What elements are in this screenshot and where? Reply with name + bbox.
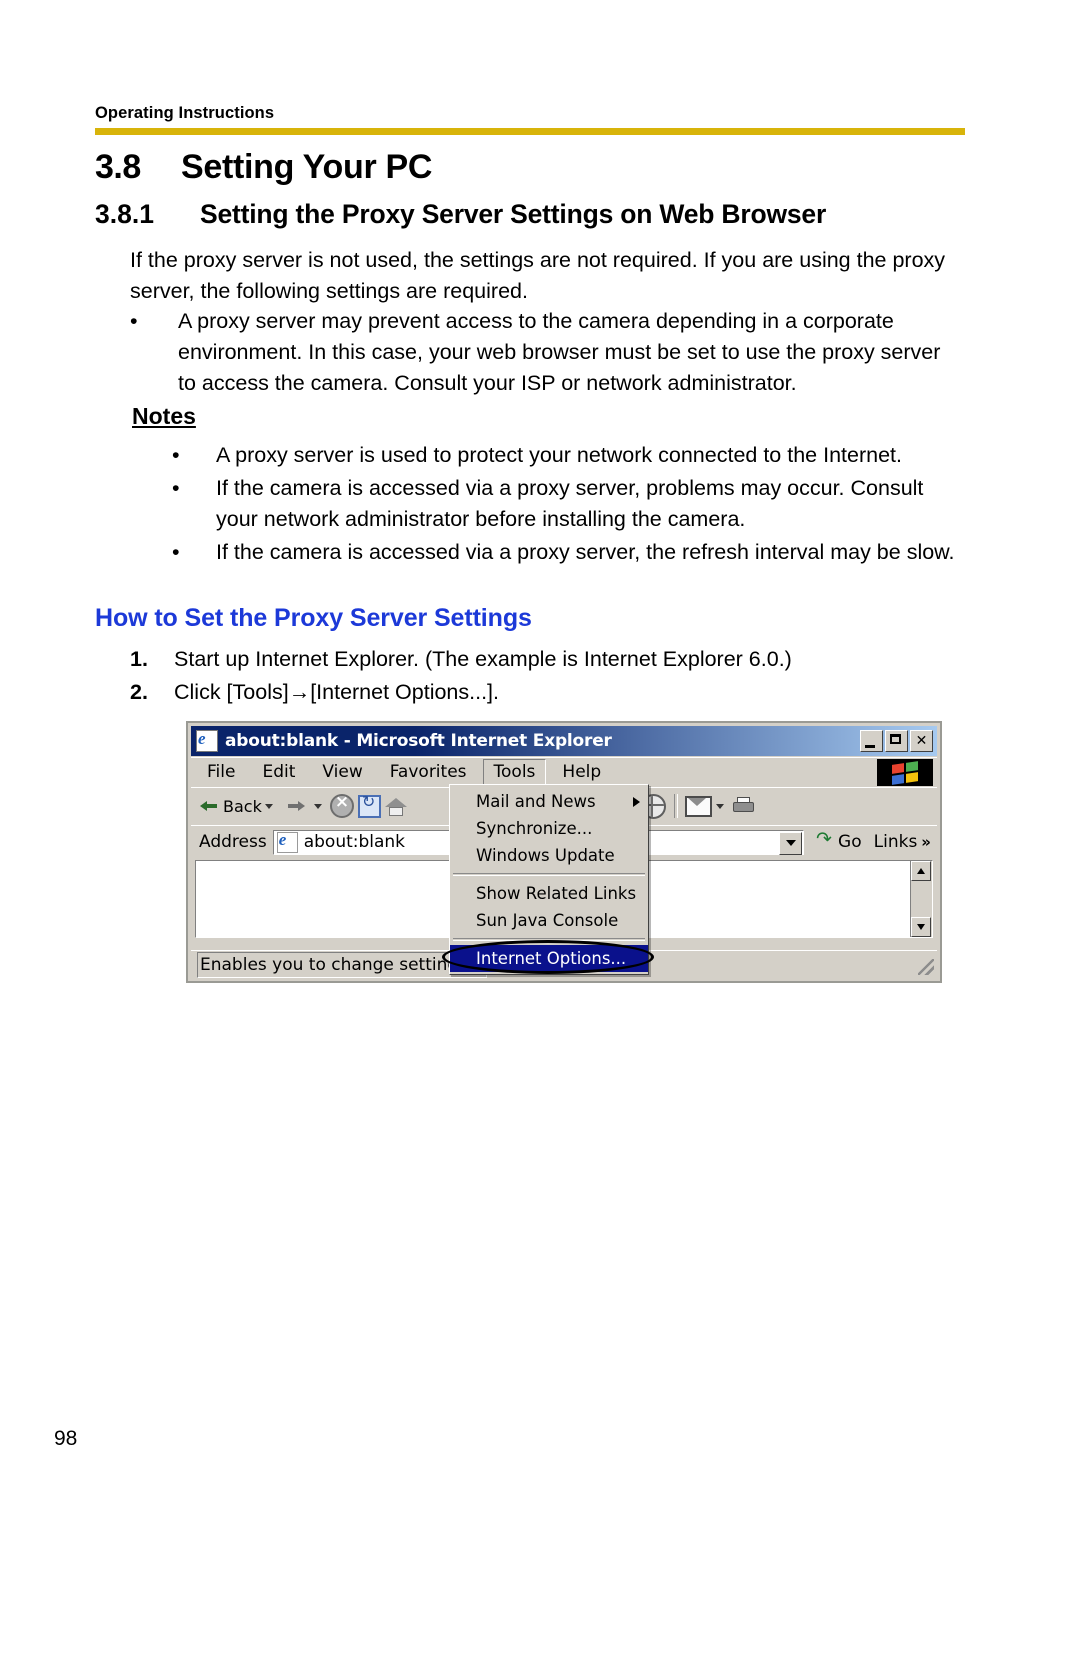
header-rule xyxy=(95,128,965,135)
back-button[interactable]: Back xyxy=(197,794,262,818)
menu-help[interactable]: Help xyxy=(551,759,612,785)
menu-item-mail-and-news[interactable]: Mail and News xyxy=(450,788,648,815)
links-label: Links xyxy=(873,832,918,852)
page-number: 98 xyxy=(54,1427,78,1450)
list-item: • A proxy server is used to protect your… xyxy=(172,440,962,471)
notes-bullet-list: • A proxy server is used to protect your… xyxy=(172,440,962,570)
window-controls: ✕ xyxy=(860,730,933,752)
status-text: Enables you to change settings. xyxy=(197,951,487,978)
home-icon[interactable] xyxy=(384,796,407,816)
back-label: Back xyxy=(223,796,262,816)
menu-tools[interactable]: Tools xyxy=(482,759,547,785)
section-heading-2: 3.8.1 Setting the Proxy Server Settings … xyxy=(95,199,985,230)
section-title: Setting Your PC xyxy=(181,148,433,186)
arrow-right-icon xyxy=(285,794,309,818)
address-label: Address xyxy=(199,832,267,852)
mail-dropdown-icon[interactable] xyxy=(715,803,724,809)
step-text: Start up Internet Explorer. (The example… xyxy=(174,647,792,671)
go-label: Go xyxy=(838,832,862,852)
menu-separator xyxy=(453,938,645,941)
menu-favorites[interactable]: Favorites xyxy=(379,759,478,785)
back-dropdown-icon[interactable] xyxy=(264,803,273,809)
forward-button[interactable] xyxy=(285,794,311,818)
list-item: • If the camera is accessed via a proxy … xyxy=(172,473,962,535)
menu-file[interactable]: File xyxy=(196,759,246,785)
mail-icon[interactable] xyxy=(684,795,712,817)
ie-window-title: about:blank - Microsoft Internet Explore… xyxy=(225,731,612,751)
scroll-down-icon[interactable] xyxy=(911,917,931,937)
menu-item-show-related-links[interactable]: Show Related Links xyxy=(450,880,648,907)
chevron-down-icon[interactable] xyxy=(779,831,803,855)
ie-page-icon xyxy=(276,830,298,853)
vertical-scrollbar[interactable] xyxy=(910,861,932,937)
intro-bullet-list: • A proxy server may prevent access to t… xyxy=(130,306,950,399)
arrow-left-icon xyxy=(197,794,221,818)
ie-document-icon xyxy=(196,729,218,752)
list-item: • A proxy server may prevent access to t… xyxy=(130,306,950,399)
intro-paragraph: If the proxy server is not used, the set… xyxy=(130,248,946,303)
minimize-icon[interactable] xyxy=(860,730,883,752)
forward-dropdown-icon[interactable] xyxy=(313,803,322,809)
links-button[interactable]: Links » xyxy=(874,832,931,852)
bullet-glyph: • xyxy=(172,540,180,564)
submenu-arrow-icon xyxy=(633,796,640,807)
bullet-glyph: • xyxy=(130,309,138,333)
maximize-icon[interactable] xyxy=(885,730,908,752)
resize-grip-icon[interactable] xyxy=(918,959,934,975)
internet-explorer-screenshot: about:blank - Microsoft Internet Explore… xyxy=(186,721,942,983)
refresh-icon[interactable] xyxy=(357,792,381,818)
stop-icon[interactable] xyxy=(329,792,354,818)
menu-item-synchronize[interactable]: Synchronize... xyxy=(450,815,648,842)
step-text: Click [Tools]→[Internet Options...]. xyxy=(174,680,500,704)
ie-brand-logo xyxy=(877,759,933,786)
step-number: 1. xyxy=(130,647,148,671)
step-item: 1. Start up Internet Explorer. (The exam… xyxy=(130,643,960,676)
procedure-heading: How to Set the Proxy Server Settings xyxy=(95,604,532,632)
list-item: • If the camera is accessed via a proxy … xyxy=(172,537,962,568)
scroll-up-icon[interactable] xyxy=(911,861,931,881)
running-head: Operating Instructions xyxy=(95,104,275,122)
list-item-text: If the camera is accessed via a proxy se… xyxy=(216,540,955,564)
ie-menu-bar: File Edit View Favorites Tools Help xyxy=(191,757,937,786)
step-item: 2. Click [Tools]→[Internet Options...]. xyxy=(130,676,960,709)
list-item-text: A proxy server may prevent access to the… xyxy=(178,309,941,395)
menu-item-sun-java-console[interactable]: Sun Java Console xyxy=(450,907,648,934)
windows-flag-icon xyxy=(892,760,918,785)
subsection-number: 3.8.1 xyxy=(95,199,154,229)
menu-item-windows-update[interactable]: Windows Update xyxy=(450,842,648,869)
menu-view[interactable]: View xyxy=(311,759,373,785)
menu-separator xyxy=(453,873,645,876)
double-chevron-icon: » xyxy=(921,833,931,851)
close-icon[interactable]: ✕ xyxy=(910,730,933,752)
procedure-steps: 1. Start up Internet Explorer. (The exam… xyxy=(130,643,960,709)
menu-edit[interactable]: Edit xyxy=(251,759,306,785)
ie-title-bar: about:blank - Microsoft Internet Explore… xyxy=(191,726,937,756)
document-page: Operating Instructions 3.8 Setting Your … xyxy=(0,0,1080,1669)
step-number: 2. xyxy=(130,680,148,704)
section-number: 3.8 xyxy=(95,148,141,186)
go-arrow-icon xyxy=(816,828,835,851)
notes-label: Notes xyxy=(132,403,196,429)
address-value: about:blank xyxy=(303,832,406,852)
section-heading-1: 3.8 Setting Your PC xyxy=(95,148,975,187)
subsection-title: Setting the Proxy Server Settings on Web… xyxy=(200,199,827,229)
ie-window: about:blank - Microsoft Internet Explore… xyxy=(191,726,937,978)
bullet-glyph: • xyxy=(172,476,180,500)
list-item-text: If the camera is accessed via a proxy se… xyxy=(216,476,924,531)
menu-item-internet-options[interactable]: Internet Options... xyxy=(450,945,648,972)
toolbar-separator xyxy=(673,794,678,818)
tools-dropdown-menu: Mail and News Synchronize... Windows Upd… xyxy=(442,784,654,975)
go-button[interactable]: Go xyxy=(816,828,862,853)
bullet-glyph: • xyxy=(172,443,180,467)
list-item-text: A proxy server is used to protect your n… xyxy=(216,443,902,467)
print-icon[interactable] xyxy=(732,796,756,816)
